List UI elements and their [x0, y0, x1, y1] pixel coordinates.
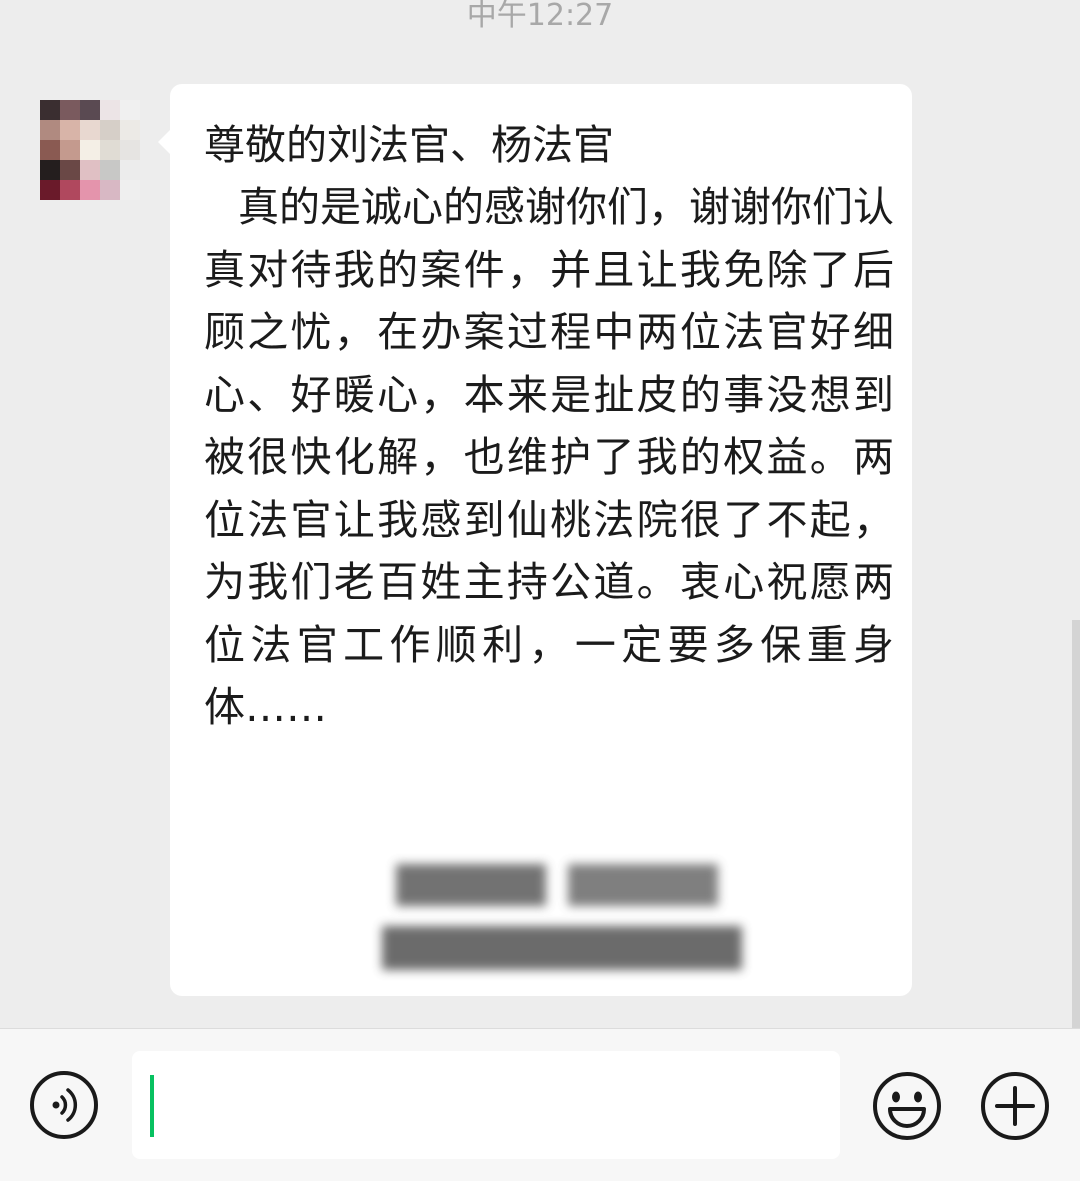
message-body: 真的是诚心的感谢你们，谢谢你们认真对待我的案件，并且让我免除了后顾之忧，在办案过…: [204, 183, 894, 731]
input-bar: [0, 1028, 1080, 1181]
message-salutation: 尊敬的刘法官、杨法官: [204, 121, 614, 169]
chat-area: 中午12:27 尊敬的刘法官、杨法官 真的是诚心的感谢你们，谢谢你们认真对待我的…: [0, 0, 1080, 1030]
text-caret: [150, 1075, 154, 1137]
voice-button[interactable]: [30, 1071, 98, 1139]
voice-icon: [52, 1088, 78, 1122]
blurred-signature: [382, 854, 742, 984]
plus-icon: [981, 1072, 1049, 1140]
emoji-button[interactable]: [872, 1071, 942, 1141]
message-timestamp: 中午12:27: [466, 0, 614, 33]
contact-avatar[interactable]: [40, 100, 140, 200]
signature-redaction: [382, 864, 742, 970]
more-button[interactable]: [980, 1071, 1050, 1141]
scrollbar[interactable]: [1072, 620, 1080, 1030]
emoji-icon: [873, 1072, 941, 1140]
message-input[interactable]: [132, 1051, 840, 1159]
message-bubble[interactable]: 尊敬的刘法官、杨法官 真的是诚心的感谢你们，谢谢你们认真对待我的案件，并且让我免…: [158, 84, 912, 996]
